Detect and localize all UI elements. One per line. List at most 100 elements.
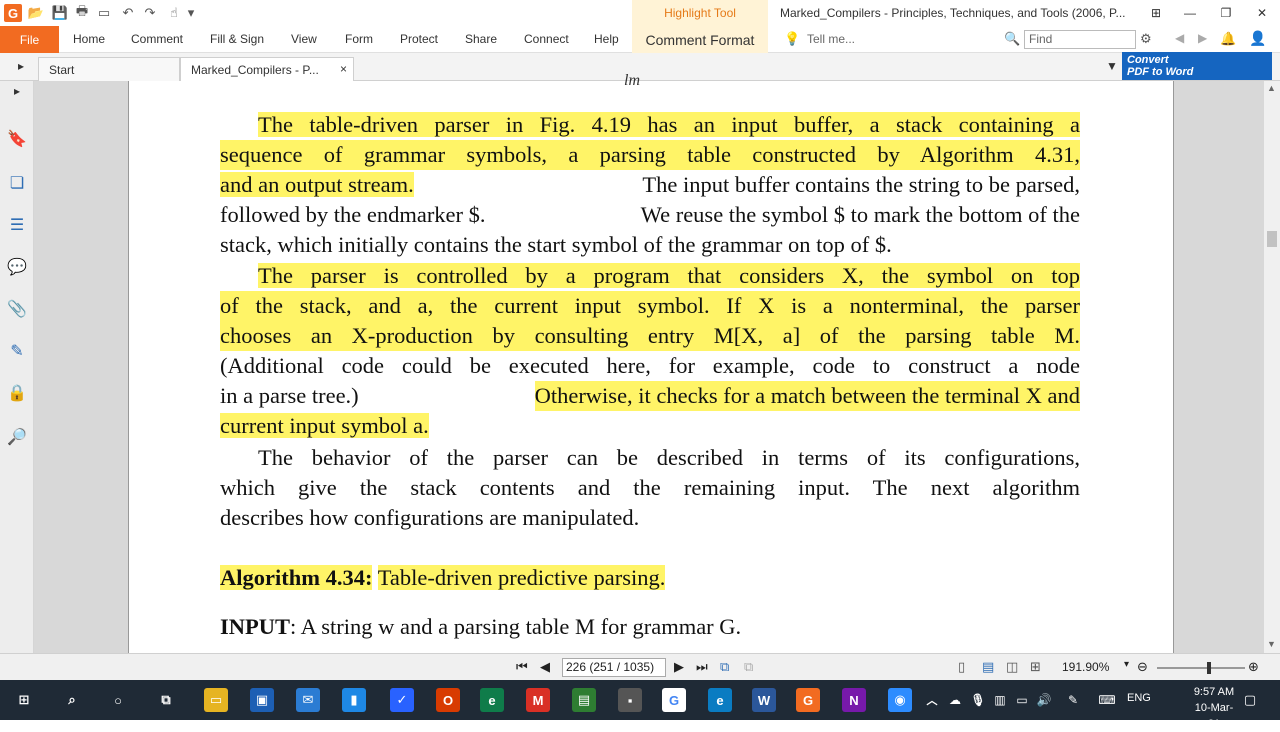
- next-result-icon[interactable]: ▶: [1198, 31, 1207, 45]
- comments-panel-icon[interactable]: 💬: [7, 257, 27, 277]
- tab-protect[interactable]: Protect: [400, 32, 438, 46]
- pages-thumbnail-icon[interactable]: ❏: [7, 173, 27, 193]
- search-icon[interactable]: ⌕: [60, 688, 84, 712]
- facing-view-icon[interactable]: ◫: [1006, 659, 1018, 675]
- find-input[interactable]: Find: [1024, 30, 1136, 49]
- previous-page-icon[interactable]: ◀: [540, 659, 550, 675]
- language-indicator[interactable]: ENG: [1127, 692, 1151, 704]
- tab-help[interactable]: Help: [594, 32, 619, 46]
- search-people-icon[interactable]: 🔎: [7, 427, 27, 447]
- quick-access-dropdown-icon[interactable]: ▾: [186, 5, 196, 21]
- battery-icon[interactable]: ▭: [1014, 688, 1030, 712]
- tab-view[interactable]: View: [291, 32, 317, 46]
- gmail-icon[interactable]: M: [526, 688, 550, 712]
- green-app-icon[interactable]: ▤: [572, 688, 596, 712]
- first-page-icon[interactable]: ⏮: [516, 659, 528, 675]
- chrome-icon[interactable]: G: [662, 688, 686, 712]
- single-page-view-icon[interactable]: ▯: [958, 659, 965, 675]
- tab-fill-sign[interactable]: Fill & Sign: [210, 32, 264, 46]
- tray-overflow-icon[interactable]: ︿: [924, 688, 940, 712]
- notification-bell-icon[interactable]: 🔔: [1220, 31, 1236, 47]
- system-clock[interactable]: 9:57 AM 10-Mar-21: [1190, 684, 1238, 732]
- edge-dev-icon[interactable]: e: [480, 688, 504, 712]
- page-number-input[interactable]: 226 (251 / 1035): [562, 658, 666, 677]
- next-page-icon[interactable]: ▶: [674, 659, 684, 675]
- previous-result-icon[interactable]: ◀: [1175, 31, 1184, 45]
- restore-button[interactable]: ❐: [1216, 3, 1236, 23]
- layers-icon[interactable]: ☰: [7, 215, 27, 235]
- volume-icon[interactable]: 🔊: [1036, 688, 1052, 712]
- tab-form[interactable]: Form: [345, 32, 373, 46]
- network-icon[interactable]: ▥: [992, 688, 1008, 712]
- todo-icon[interactable]: ✓: [390, 688, 414, 712]
- tab-start[interactable]: Start: [38, 57, 180, 81]
- zoom-dropdown-icon[interactable]: ▾: [1124, 659, 1129, 670]
- pen-icon[interactable]: ✎: [1064, 688, 1082, 712]
- user-account-icon[interactable]: 👤: [1249, 30, 1266, 47]
- signatures-icon[interactable]: ✎: [7, 341, 27, 361]
- windows-start-icon[interactable]: ⊞: [12, 688, 36, 712]
- zoom-slider[interactable]: [1157, 662, 1245, 674]
- foxit-logo-icon: G: [4, 4, 22, 22]
- vertical-scrollbar[interactable]: ▲ ▼: [1264, 81, 1280, 653]
- cortana-icon[interactable]: ○: [106, 688, 130, 712]
- convert-pdf-to-word-button[interactable]: Convert PDF to Word: [1122, 52, 1272, 80]
- task-view-icon[interactable]: ⧉: [154, 688, 178, 712]
- mail-icon[interactable]: ✉: [296, 688, 320, 712]
- print-icon[interactable]: 🖶: [74, 3, 90, 21]
- zoom-level[interactable]: 191.90%: [1062, 660, 1109, 674]
- notifications-icon[interactable]: ▢: [1240, 688, 1260, 712]
- scroll-up-icon[interactable]: ▲: [1267, 83, 1276, 93]
- continuous-view-icon[interactable]: ▤: [982, 659, 994, 675]
- bookmarks-icon[interactable]: 🔖: [7, 129, 27, 149]
- tab-connect[interactable]: Connect: [524, 32, 569, 46]
- scroll-down-icon[interactable]: ▼: [1267, 639, 1276, 649]
- tab-home[interactable]: Home: [73, 32, 105, 46]
- zoom-slider-thumb[interactable]: [1207, 662, 1211, 674]
- save-icon[interactable]: 💾: [52, 5, 68, 21]
- tab-list-dropdown-icon[interactable]: ▼: [1106, 59, 1118, 73]
- phone-app-icon[interactable]: ▮: [342, 688, 366, 712]
- next-view-icon[interactable]: ⧉: [744, 659, 753, 675]
- tab-current-document[interactable]: Marked_Compilers - P... ×: [180, 57, 354, 81]
- close-tab-icon[interactable]: ×: [340, 62, 347, 76]
- onenote-icon[interactable]: N: [842, 688, 866, 712]
- hand-tool-icon[interactable]: ☝: [166, 5, 182, 21]
- edge-icon[interactable]: e: [708, 688, 732, 712]
- file-tab[interactable]: File: [0, 26, 59, 53]
- redo-icon[interactable]: ↷: [142, 5, 158, 21]
- open-folder-icon[interactable]: 📂: [28, 5, 44, 21]
- find-text-icon[interactable]: 🔍: [1004, 31, 1020, 47]
- foxit-reader-icon[interactable]: G: [796, 688, 820, 712]
- highlight-tool-context-tab: Highlight Tool: [632, 0, 768, 26]
- continuous-facing-view-icon[interactable]: ⊞: [1030, 659, 1041, 675]
- tab-share[interactable]: Share: [465, 32, 497, 46]
- store-icon[interactable]: ▣: [250, 688, 274, 712]
- office-icon[interactable]: O: [436, 688, 460, 712]
- tab-comment-format[interactable]: Comment Format: [632, 26, 768, 53]
- tab-comment[interactable]: Comment: [131, 32, 183, 46]
- zoom-app-icon[interactable]: ◉: [888, 688, 912, 712]
- attachments-icon[interactable]: 📎: [7, 299, 27, 319]
- minimize-button[interactable]: —: [1180, 3, 1200, 23]
- file-explorer-icon[interactable]: ▭: [204, 688, 228, 712]
- zoom-out-icon[interactable]: ⊖: [1137, 659, 1148, 675]
- calculator-icon[interactable]: ▪: [618, 688, 642, 712]
- word-icon[interactable]: W: [752, 688, 776, 712]
- last-page-icon[interactable]: ⏭: [696, 659, 708, 675]
- ribbon-display-icon[interactable]: ⊞: [1146, 3, 1166, 23]
- zoom-in-icon[interactable]: ⊕: [1248, 659, 1259, 675]
- previous-view-icon[interactable]: ⧉: [720, 659, 729, 675]
- onedrive-icon[interactable]: ☁: [946, 688, 964, 712]
- screenshot-icon[interactable]: ▭: [96, 5, 112, 21]
- security-lock-icon[interactable]: 🔒: [7, 383, 27, 403]
- close-window-button[interactable]: ✕: [1252, 3, 1272, 23]
- undo-icon[interactable]: ↶: [120, 5, 136, 21]
- panel-expand-icon[interactable]: ▸: [7, 81, 27, 101]
- settings-gear-icon[interactable]: ⚙: [1140, 31, 1152, 47]
- scrollbar-thumb[interactable]: [1267, 231, 1277, 247]
- tell-me-search[interactable]: Tell me...: [807, 32, 855, 46]
- microphone-icon[interactable]: 🎙: [970, 688, 986, 712]
- tabs-menu-icon[interactable]: ▸: [18, 59, 24, 73]
- touch-keyboard-icon[interactable]: ⌨: [1094, 688, 1120, 712]
